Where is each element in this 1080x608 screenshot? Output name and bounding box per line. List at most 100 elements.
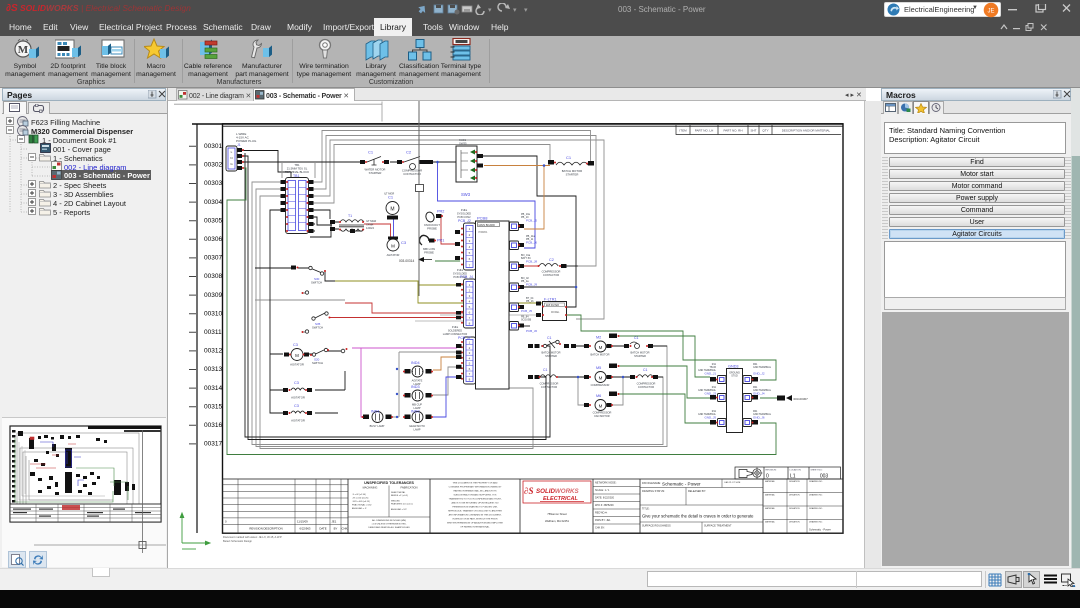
svg-text:COMPRESSOR: COMPRESSOR bbox=[542, 270, 561, 274]
svg-text:.X ±.02 (±1.90): .X ±.02 (±1.90) bbox=[352, 494, 366, 496]
svg-text:MATERIAL: MATERIAL bbox=[765, 507, 776, 510]
svg-text:COMPRESSOR: COMPRESSOR bbox=[540, 382, 559, 386]
svg-text:UNSPECIFIED TOLERANCES: UNSPECIFIED TOLERANCES bbox=[364, 481, 414, 485]
svg-text:PCB_J5: PCB_J5 bbox=[526, 219, 537, 223]
svg-text:PCB_J6: PCB_J6 bbox=[526, 329, 537, 333]
svg-text:SWITCH: SWITCH bbox=[311, 281, 322, 285]
svg-text:SHEET METAL: SHEET METAL bbox=[391, 491, 406, 494]
svg-text:AGITATOR: AGITATOR bbox=[291, 419, 305, 423]
svg-text:HATRED INTERNATIONAL, INC. AND: HATRED INTERNATIONAL, INC. AND/OR ITS bbox=[453, 490, 497, 493]
svg-text:C3: C3 bbox=[293, 343, 298, 347]
svg-text:P.dbs: P.dbs bbox=[461, 208, 468, 212]
svg-text:JE1: JE1 bbox=[332, 520, 337, 524]
svg-text:T1: T1 bbox=[348, 214, 352, 218]
svg-text:00311: 00311 bbox=[204, 329, 222, 336]
svg-text:00317: 00317 bbox=[204, 441, 222, 448]
svg-text:6/22/963: 6/22/963 bbox=[300, 527, 311, 531]
svg-text:PCB_J7: PCB_J7 bbox=[458, 336, 471, 340]
svg-text:MB CUP: MB CUP bbox=[412, 403, 422, 407]
svg-text:MATERIAL: MATERIAL bbox=[765, 521, 776, 524]
svg-text:00315: 00315 bbox=[204, 403, 222, 410]
svg-text:M5: M5 bbox=[596, 366, 601, 370]
svg-text:FRACTIONAL ± 1/32: FRACTIONAL ± 1/32 bbox=[352, 504, 372, 507]
svg-text:00314: 00314 bbox=[204, 385, 222, 392]
svg-text:CONTAINS PROPRIETARY INFORMATI: CONTAINS PROPRIETARY INFORMATION OWNED B… bbox=[449, 486, 502, 489]
svg-text:PROBE: PROBE bbox=[424, 251, 434, 255]
svg-text:PROBE: PROBE bbox=[427, 227, 437, 231]
svg-text:DWN BY: JE1: DWN BY: JE1 bbox=[595, 519, 611, 522]
svg-text:DRAWING NO.: DRAWING NO. bbox=[809, 507, 823, 510]
svg-text:STARTER: STARTER bbox=[634, 354, 646, 358]
svg-text:▾: ▾ bbox=[488, 7, 492, 14]
svg-text:RELEASED BY:: RELEASED BY: bbox=[688, 490, 706, 493]
svg-text:PCB8: PCB8 bbox=[477, 216, 488, 221]
svg-text:M: M bbox=[295, 353, 299, 358]
svg-text:P.dbs: P.dbs bbox=[452, 325, 459, 329]
svg-text:NETWORK NODE:: NETWORK NODE: bbox=[595, 482, 617, 485]
svg-text:C2: C2 bbox=[406, 150, 412, 155]
svg-text:SUBCONTRACTORS AND SUPPLIERS.: SUBCONTRACTORS AND SUPPLIERS. IT IS bbox=[454, 494, 497, 497]
svg-text:PCB_J2: PCB_J2 bbox=[458, 219, 471, 223]
svg-text:GND TERMINAL: GND TERMINAL bbox=[753, 366, 772, 369]
svg-text:IND1: IND1 bbox=[371, 410, 380, 414]
svg-text:CHK: CHK bbox=[342, 527, 348, 531]
svg-text:00306: 00306 bbox=[204, 236, 222, 243]
svg-text:PCB_J4: PCB_J4 bbox=[460, 275, 473, 279]
svg-text:TITLE:: TITLE: bbox=[642, 508, 650, 511]
svg-text:DESCRIPTION AND/OR MATERIAL: DESCRIPTION AND/OR MATERIAL bbox=[782, 128, 831, 132]
svg-text:M: M bbox=[599, 376, 603, 381]
svg-text:00312: 00312 bbox=[204, 348, 222, 355]
svg-text:00313: 00313 bbox=[204, 366, 222, 373]
svg-text:SHEET NO.:: SHEET NO.: bbox=[811, 470, 824, 472]
svg-text:00310: 00310 bbox=[204, 310, 222, 317]
svg-text:DEVIATION: DEVIATION bbox=[789, 507, 800, 510]
svg-text:STARTER: STARTER bbox=[369, 171, 382, 175]
svg-text:GEAR MOTO: GEAR MOTO bbox=[409, 424, 425, 428]
svg-text:M6: M6 bbox=[596, 394, 601, 398]
svg-text:REVISION:: REVISION: bbox=[766, 470, 777, 472]
svg-text:DXF/FILENAME:: DXF/FILENAME: bbox=[642, 482, 661, 485]
svg-text:J1: J1 bbox=[237, 143, 241, 147]
svg-text:CONTACTOR: CONTACTOR bbox=[403, 172, 420, 176]
svg-text:LAMP: LAMP bbox=[413, 406, 420, 410]
svg-text:SYSOLDED: SYSOLDED bbox=[457, 212, 471, 216]
svg-text:C1: C1 bbox=[547, 336, 552, 340]
svg-text:00303: 00303 bbox=[204, 180, 222, 187]
svg-text:COMPRESSOR: COMPRESSOR bbox=[591, 383, 610, 387]
svg-text:Schematic - Power: Schematic - Power bbox=[662, 481, 701, 486]
svg-text:TB1: TB1 bbox=[293, 174, 299, 178]
svg-text:SHT: SHT bbox=[751, 128, 757, 132]
svg-text:DEVIATION: DEVIATION bbox=[789, 521, 800, 524]
svg-text:WELDED: WELDED bbox=[391, 501, 400, 503]
svg-text:M: M bbox=[390, 207, 394, 213]
svg-text:00305: 00305 bbox=[204, 217, 222, 224]
svg-text:DRAWING NO.: DRAWING NO. bbox=[809, 480, 823, 483]
svg-text:CHK BY:: CHK BY: bbox=[595, 527, 605, 530]
svg-text:M: M bbox=[18, 44, 29, 56]
svg-text:SWITCH: SWITCH bbox=[312, 361, 323, 365]
svg-text:C1: C1 bbox=[566, 155, 572, 160]
svg-text:F-LTR1: F-LTR1 bbox=[544, 298, 557, 302]
svg-text:ANGULAR ± 1/2°: ANGULAR ± 1/2° bbox=[391, 508, 407, 511]
svg-text:M: M bbox=[599, 345, 603, 350]
svg-text:SURFACE TREATMENT: SURFACE TREATMENT bbox=[704, 525, 732, 528]
svg-text:ILT MGR: ILT MGR bbox=[366, 219, 376, 223]
svg-text:TRANSMITTED TO YOU IN CONFIDEN: TRANSMITTED TO YOU IN CONFIDENCE AND TRU… bbox=[449, 498, 502, 501]
svg-text:GND_J1: GND_J1 bbox=[704, 372, 716, 376]
svg-text:MODEL: MODEL bbox=[551, 311, 560, 314]
svg-text:C3: C3 bbox=[401, 240, 407, 245]
svg-text:0: 0 bbox=[225, 520, 227, 524]
svg-text:XFMR: XFMR bbox=[366, 223, 373, 227]
svg-text:AND IS TO BE RETURNED UPON REQ: AND IS TO BE RETURNED UPON REQUEST. NO bbox=[451, 502, 498, 505]
svg-text:PART NO. RH: PART NO. RH bbox=[723, 128, 742, 132]
svg-text:▾: ▾ bbox=[524, 7, 528, 14]
svg-text:∂S: ∂S bbox=[524, 486, 533, 496]
svg-text:THIS DOCUMENT IS THE PROPERTY: THIS DOCUMENT IS THE PROPERTY OF, AND bbox=[452, 482, 498, 485]
svg-text:COMPRESSOR: COMPRESSOR bbox=[593, 411, 612, 415]
svg-text:PART NO. LH: PART NO. LH bbox=[695, 128, 714, 132]
svg-text:SO2USB: SO2USB bbox=[521, 319, 531, 322]
svg-text:SOLDERED: SOLDERED bbox=[448, 329, 462, 333]
svg-text:PERMISSION IS GRANTED TO PUBLI: PERMISSION IS GRANTED TO PUBLISH, USE, bbox=[452, 506, 498, 509]
svg-text:ANY INFORMATION CONTAINED IN T: ANY INFORMATION CONTAINED IN THIS DOCUME… bbox=[449, 514, 502, 517]
svg-text:GND3: GND3 bbox=[728, 365, 739, 369]
